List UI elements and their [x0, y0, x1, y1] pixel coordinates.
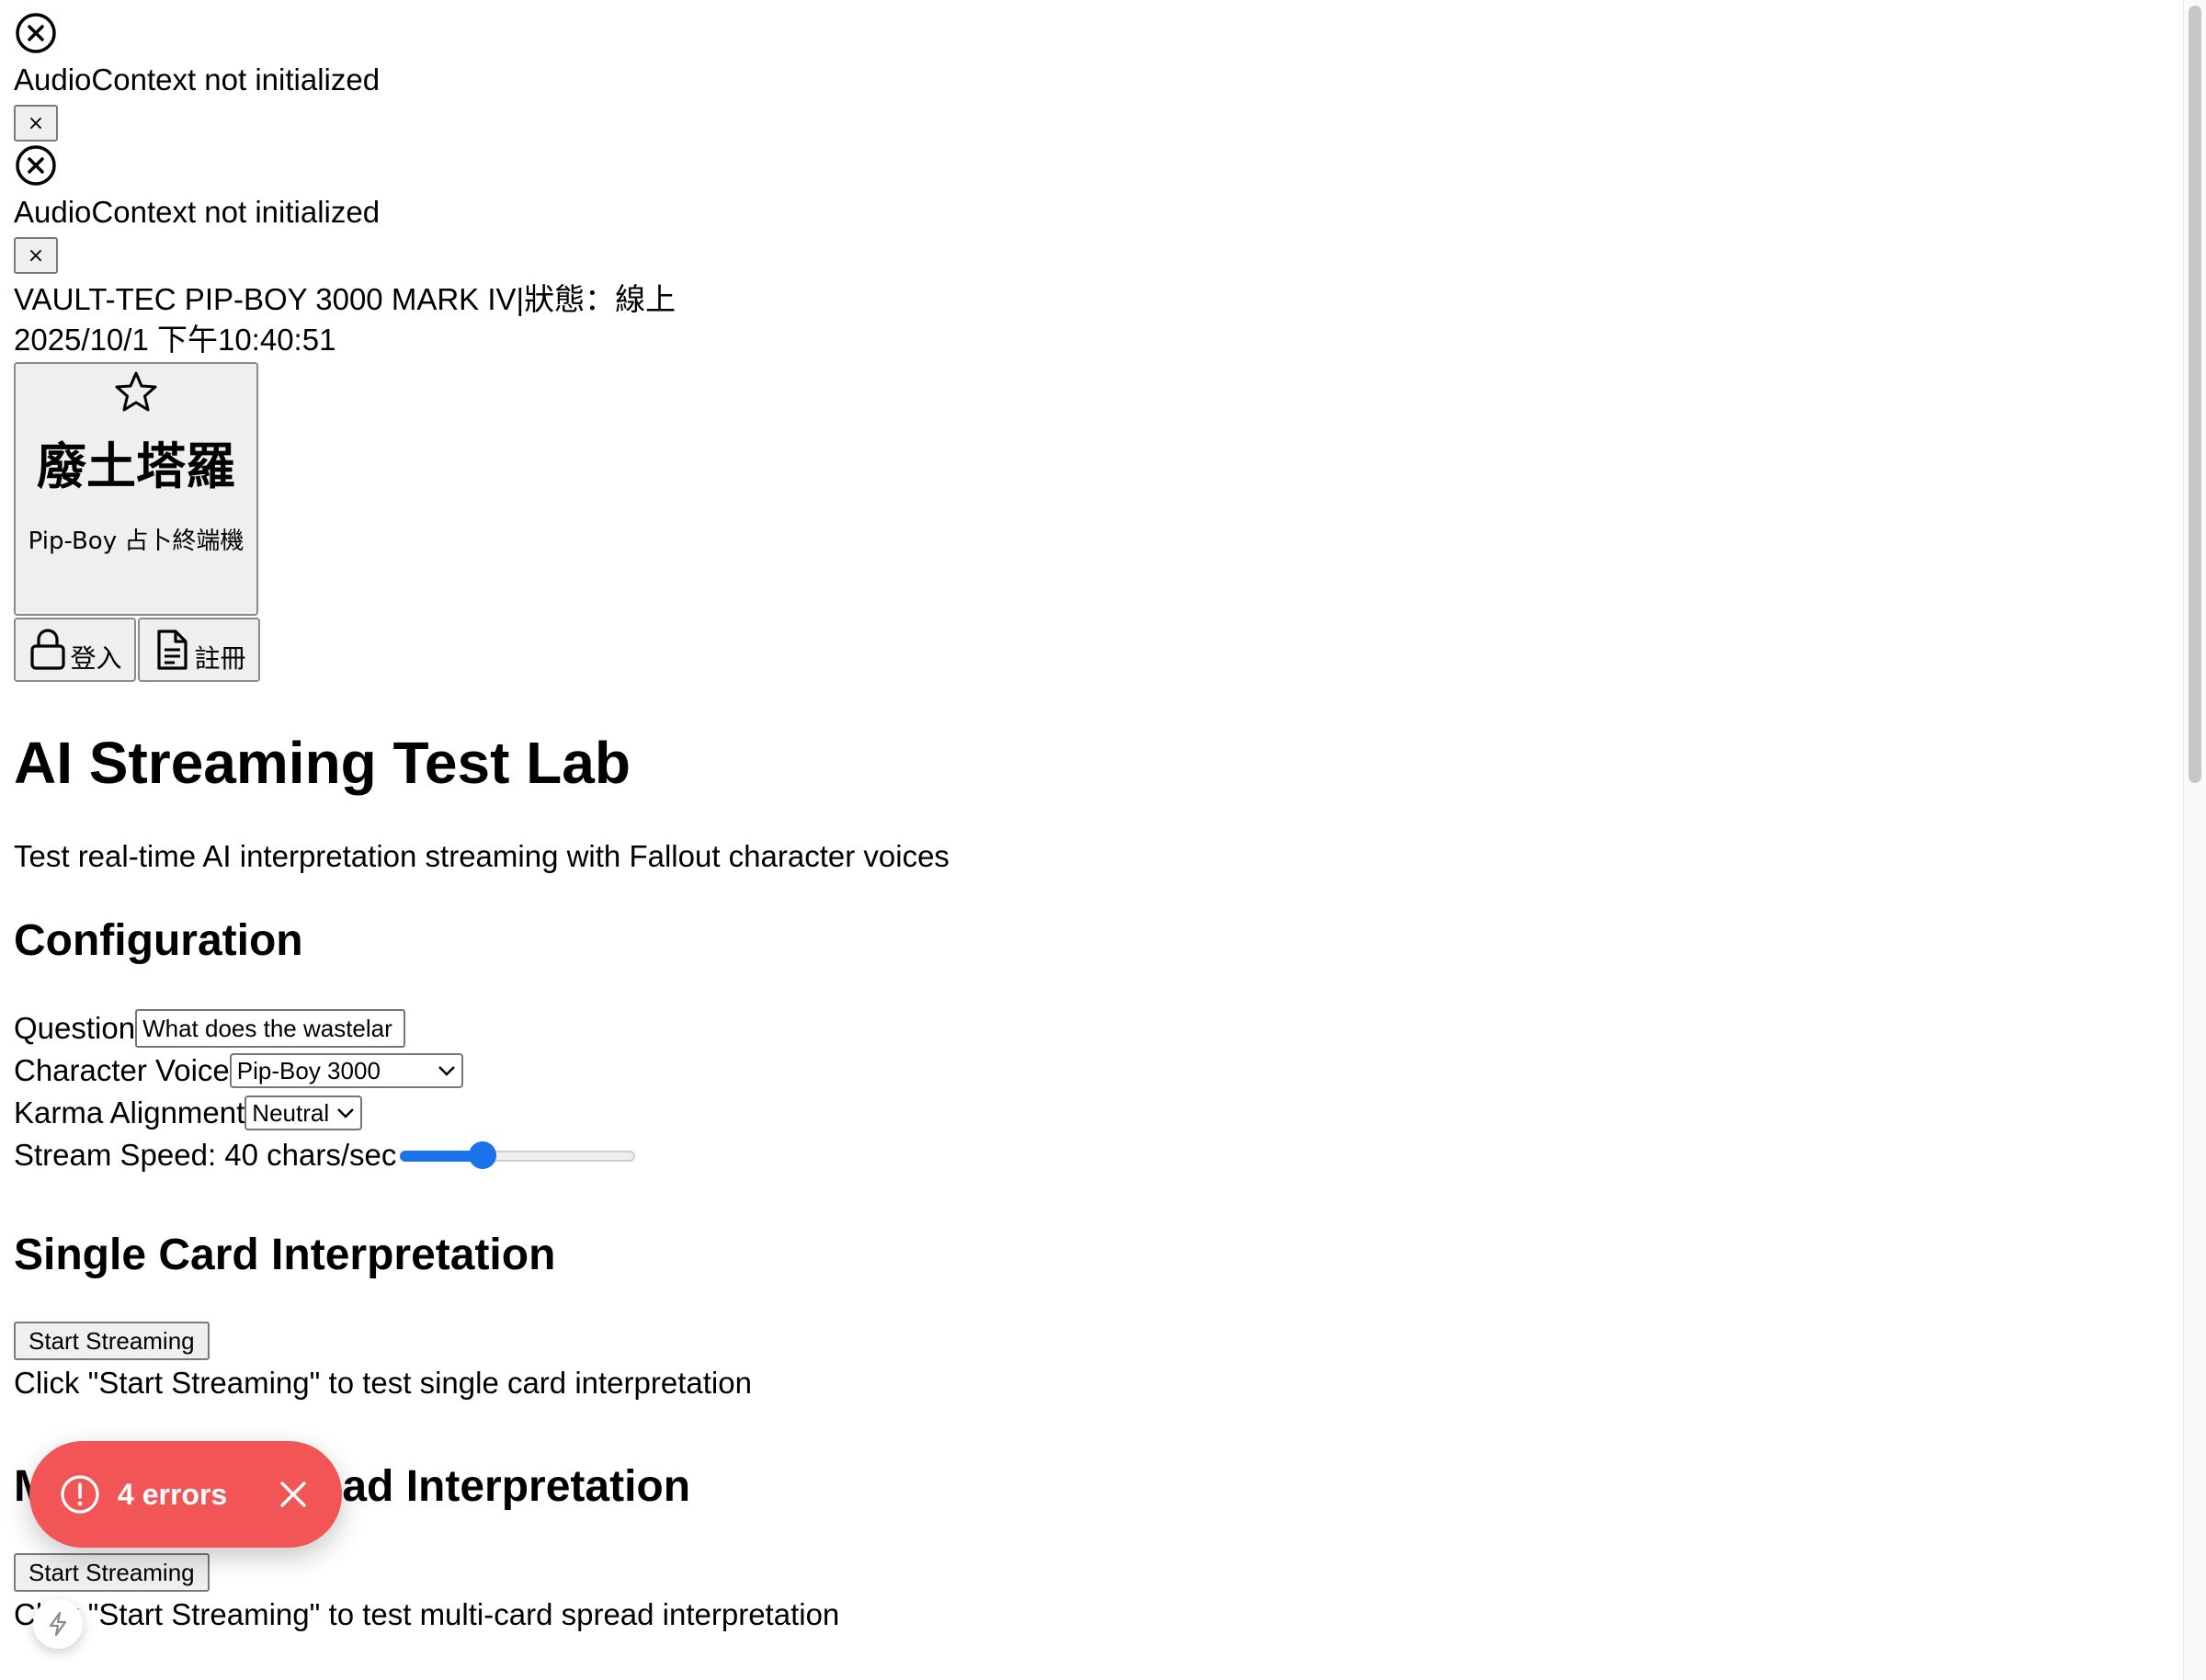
dismiss-error-button[interactable]: ×	[14, 237, 58, 274]
error-toast[interactable]: 4 errors	[29, 1441, 342, 1548]
error-message: AudioContext not initialized	[14, 195, 381, 229]
error-count: 4 errors	[118, 1477, 228, 1511]
chevron-down-icon	[438, 1066, 455, 1076]
single-card-heading: Single Card Interpretation	[14, 1231, 556, 1279]
auth-actions: 登入 註冊	[14, 618, 2174, 682]
lightning-icon	[49, 1611, 67, 1637]
lock-icon	[30, 629, 66, 670]
question-input[interactable]: What does the wastelar	[135, 1009, 406, 1048]
login-label: 登入	[70, 643, 122, 674]
login-button[interactable]: 登入	[14, 618, 136, 682]
page: AudioContext not initialized × AudioCont…	[14, 11, 2174, 1636]
dismiss-error-button[interactable]: ×	[14, 105, 58, 142]
register-label: 註冊	[194, 643, 246, 674]
character-voice-select[interactable]: Pip-Boy 3000	[229, 1053, 463, 1088]
star-icon	[115, 371, 157, 412]
speed-row: Stream Speed: 40 chars/sec	[14, 1134, 2174, 1176]
speed-label: Stream Speed: 40 chars/sec	[14, 1138, 397, 1172]
multi-start-streaming-button[interactable]: Start Streaming	[14, 1553, 210, 1592]
error-message: AudioContext not initialized	[14, 62, 381, 96]
circle-x-icon	[16, 13, 56, 53]
character-voice-value: Pip-Boy 3000	[236, 1056, 381, 1084]
document-icon	[157, 630, 188, 670]
speed-slider[interactable]	[400, 1141, 636, 1169]
config-form: Question What does the wastelar Characte…	[14, 1007, 2174, 1176]
page-description: Test real-time AI interpretation streami…	[14, 839, 949, 873]
karma-value: Neutral	[252, 1098, 330, 1127]
logo-title: 廢土塔羅	[37, 437, 235, 495]
logo-subtitle: Pip-Boy 占卜終端機	[28, 528, 244, 555]
character-row: Character Voice Pip-Boy 3000	[14, 1050, 2174, 1092]
single-hint: Click "Start Streaming" to test single c…	[14, 1366, 752, 1400]
configuration-heading: Configuration	[14, 916, 303, 965]
close-icon[interactable]	[278, 1479, 309, 1510]
single-start-streaming-button[interactable]: Start Streaming	[14, 1322, 210, 1360]
page-title: AI Streaming Test Lab	[14, 730, 631, 796]
multi-hint: Click "Start Streaming" to test multi-ca…	[14, 1597, 840, 1631]
slider-thumb[interactable]	[469, 1141, 497, 1169]
character-label: Character Voice	[14, 1053, 230, 1087]
question-label: Question	[14, 1011, 136, 1045]
karma-select[interactable]: Neutral	[244, 1095, 363, 1130]
karma-label: Karma Alignment	[14, 1095, 245, 1129]
alert-circle-icon	[61, 1475, 99, 1514]
dev-tools-button[interactable]	[33, 1599, 83, 1649]
question-row: Question What does the wastelar	[14, 1007, 2174, 1050]
logo-home-link[interactable]: 廢土塔羅 Pip-Boy 占卜終端機	[14, 362, 258, 616]
karma-row: Karma Alignment Neutral	[14, 1092, 2174, 1134]
circle-x-icon	[16, 145, 56, 186]
datetime: 2025/10/1 下午10:40:51	[14, 323, 336, 357]
chevron-down-icon	[337, 1108, 355, 1118]
scrollbar-thumb[interactable]	[2189, 6, 2201, 783]
register-button[interactable]: 註冊	[138, 618, 260, 682]
scrollbar[interactable]	[2183, 0, 2206, 1680]
status-line: VAULT-TEC PIP-BOY 3000 MARK IV|狀態：線上	[14, 282, 677, 316]
